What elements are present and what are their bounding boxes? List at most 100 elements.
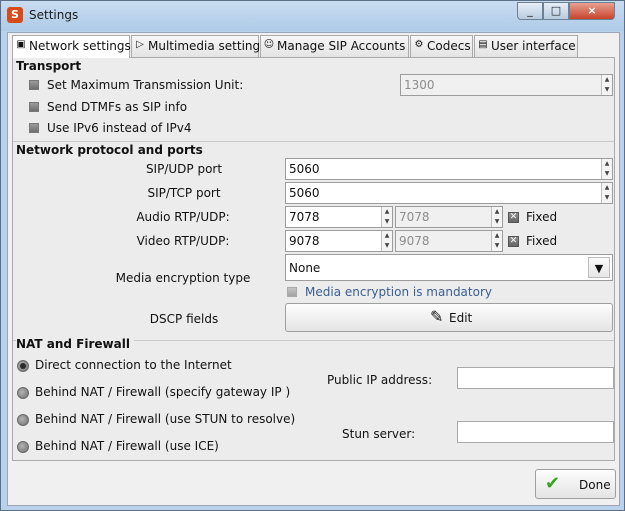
media-encryption-value: None [289,261,321,275]
audio-rtp-max-spin-arrows[interactable]: ▲ ▼ [491,207,502,227]
public-ip-input[interactable] [457,367,614,389]
nat-option-ice-label: Behind NAT / Firewall (use ICE) [35,439,219,453]
media-encryption-mandatory-row[interactable]: Media encryption is mandatory [287,285,547,301]
public-ip-label: Public IP address: [327,373,433,387]
spin-up-icon[interactable]: ▲ [493,231,501,241]
spin-down-icon[interactable]: ▼ [383,241,391,251]
play-icon: ▷ [136,39,144,50]
video-rtp-spin-arrows[interactable]: ▲ ▼ [381,231,392,251]
sip-tcp-label: SIP/TCP port [147,186,221,200]
network-icon: ▣ [16,39,26,50]
tab-user-interface[interactable]: ▤ User interface [474,35,578,57]
ui-icon: ▤ [478,39,488,50]
spin-down-icon[interactable]: ▼ [603,85,611,95]
spin-up-icon[interactable]: ▲ [603,159,611,169]
spin-up-icon[interactable]: ▲ [493,207,501,217]
done-button[interactable]: ✔ Done [535,469,616,499]
divider [13,141,614,142]
dtmf-checkbox-row[interactable]: Send DTMFs as SIP info [29,100,229,116]
tab-multimedia-settings[interactable]: ▷ Multimedia settings [131,35,266,57]
done-label: Done [579,478,611,492]
ipv6-checkbox[interactable] [29,123,39,133]
tab-network-settings[interactable]: ▣ Network settings [12,35,131,58]
edit-label: Edit [449,311,473,325]
spin-down-icon[interactable]: ▼ [603,193,611,203]
video-rtp-value2: 9078 [399,234,430,248]
spin-down-icon[interactable]: ▼ [493,217,501,227]
dialog-client: ▣ Network settings ▷ Multimedia settings… [7,32,620,506]
dtmf-checkbox[interactable] [29,102,39,112]
mtu-label: Set Maximum Transmission Unit: [47,78,244,92]
network-title: Network protocol and ports [16,143,203,157]
spin-down-icon[interactable]: ▼ [603,169,611,179]
video-rtp-value: 9078 [289,234,320,248]
spin-up-icon[interactable]: ▲ [383,231,391,241]
media-encryption-mandatory-checkbox[interactable] [287,287,297,297]
ipv6-label: Use IPv6 instead of IPv4 [47,121,192,135]
users-icon: ☺ [263,39,275,50]
settings-window: S Settings _ □ × ▣ Network settings ▷ Mu… [0,0,625,511]
tab-codecs[interactable]: ⚙ Codecs [410,35,473,57]
audio-rtp-min-spinbox[interactable]: 7078 ▲ ▼ [285,206,393,228]
media-encryption-select[interactable]: None ▼ [285,254,613,281]
spin-up-icon[interactable]: ▲ [603,183,611,193]
video-fixed-checkbox[interactable]: ✕ [508,236,519,247]
sip-tcp-port-spinbox[interactable]: 5060 ▲ ▼ [285,182,613,204]
checkmark-icon: ✔ [545,473,561,494]
mtu-checkbox[interactable] [29,80,39,90]
sip-udp-value: 5060 [289,162,320,176]
audio-rtp-spin-arrows[interactable]: ▲ ▼ [381,207,392,227]
audio-rtp-label: Audio RTP/UDP: [136,210,230,224]
app-icon: S [7,7,23,23]
tab-manage-sip-accounts[interactable]: ☺ Manage SIP Accounts [260,35,409,57]
dtmf-label: Send DTMFs as SIP info [47,100,188,114]
sip-tcp-value: 5060 [289,186,320,200]
sip-udp-spin-arrows[interactable]: ▲ ▼ [601,159,612,179]
video-fixed-label: Fixed [526,234,558,248]
video-rtp-max-spin-arrows[interactable]: ▲ ▼ [491,231,502,251]
audio-fixed-label: Fixed [526,210,558,224]
stun-server-input[interactable] [457,421,614,443]
chevron-down-icon[interactable]: ▼ [588,257,610,278]
nat-option-direct-label: Direct connection to the Internet [35,358,232,372]
tab-label: User interface [491,39,576,53]
nat-radio-stun[interactable] [17,414,29,426]
sip-udp-label: SIP/UDP port [145,162,223,176]
dscp-edit-button[interactable]: ✎ Edit [285,303,613,332]
nat-radio-gateway[interactable] [17,387,29,399]
nat-option-stun-label: Behind NAT / Firewall (use STUN to resol… [35,412,296,426]
mtu-value: 1300 [404,78,435,92]
title-bar[interactable]: S Settings _ □ × [1,1,624,31]
spin-up-icon[interactable]: ▲ [383,207,391,217]
close-button[interactable]: × [569,2,615,20]
nat-radio-ice[interactable] [17,441,29,453]
sip-tcp-spin-arrows[interactable]: ▲ ▼ [601,183,612,203]
mtu-spin-arrows[interactable]: ▲ ▼ [601,75,612,95]
network-settings-panel: Transport Set Maximum Transmission Unit:… [12,57,615,461]
tab-label: Multimedia settings [148,39,267,53]
mtu-checkbox-row[interactable]: Set Maximum Transmission Unit: [29,78,289,94]
spin-down-icon[interactable]: ▼ [383,217,391,227]
spin-down-icon[interactable]: ▼ [493,241,501,251]
tab-label: Network settings [29,39,131,53]
maximize-button[interactable]: □ [543,2,569,20]
media-encryption-label: Media encryption type [115,271,251,285]
audio-rtp-max-spinbox[interactable]: 7078 ▲ ▼ [395,206,503,228]
transport-title: Transport [16,59,82,73]
sip-udp-port-spinbox[interactable]: 5060 ▲ ▼ [285,158,613,180]
tab-label: Codecs [427,39,471,53]
stun-server-label: Stun server: [342,427,416,441]
edit-icon: ✎ [430,307,444,326]
nat-radio-direct[interactable] [17,360,29,372]
video-rtp-min-spinbox[interactable]: 9078 ▲ ▼ [285,230,393,252]
mtu-spinbox[interactable]: 1300 ▲ ▼ [400,74,613,96]
window-title: Settings [29,8,79,22]
audio-fixed-checkbox[interactable]: ✕ [508,212,519,223]
video-rtp-max-spinbox[interactable]: 9078 ▲ ▼ [395,230,503,252]
nat-title: NAT and Firewall [16,337,134,351]
dscp-label: DSCP fields [149,312,219,326]
spin-up-icon[interactable]: ▲ [603,75,611,85]
ipv6-checkbox-row[interactable]: Use IPv6 instead of IPv4 [29,121,229,137]
codecs-icon: ⚙ [414,39,424,50]
minimize-button[interactable]: _ [517,2,543,20]
